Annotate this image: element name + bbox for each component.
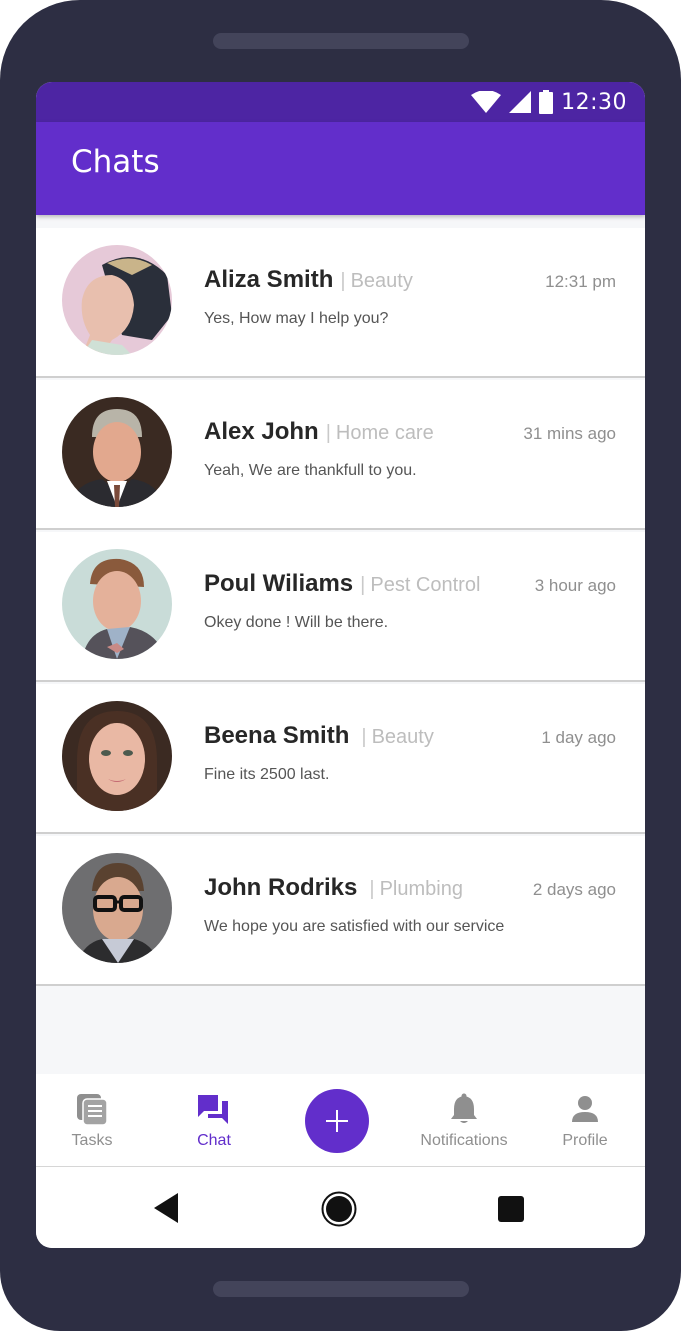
nav-label: Profile bbox=[562, 1132, 608, 1149]
chat-name-row: Poul Wiliams | Pest Control bbox=[204, 570, 480, 598]
avatar bbox=[62, 853, 172, 963]
man-glasses-photo bbox=[62, 853, 172, 963]
chat-name-row: Alex John | Home care bbox=[204, 418, 434, 446]
contact-name: Poul Wiliams bbox=[204, 570, 354, 597]
nav-item-tasks[interactable]: Tasks bbox=[37, 1074, 147, 1166]
woman-portrait-photo bbox=[62, 701, 172, 811]
chat-list-item[interactable]: Alex John | Home care 31 mins ago Yeah, … bbox=[36, 380, 645, 530]
plus-icon bbox=[326, 1110, 348, 1132]
home-button[interactable] bbox=[321, 1191, 357, 1232]
nav-label: Chat bbox=[197, 1132, 231, 1149]
service-category: Beauty bbox=[350, 270, 413, 292]
separator: | bbox=[369, 878, 375, 900]
separator: | bbox=[361, 726, 367, 748]
message-time: 31 mins ago bbox=[523, 424, 616, 443]
avatar bbox=[62, 549, 172, 659]
bottom-speaker bbox=[213, 1281, 469, 1297]
chat-icon bbox=[198, 1095, 228, 1124]
avatar bbox=[62, 397, 172, 507]
message-time: 12:31 pm bbox=[545, 272, 616, 291]
chat-name-row: John Rodriks | Plumbing bbox=[204, 874, 463, 902]
chat-name-row: Beena Smith | Beauty bbox=[204, 722, 434, 750]
chat-name-row: Aliza Smith | Beauty bbox=[204, 266, 413, 294]
woman-profile-photo bbox=[62, 245, 172, 355]
man-bowtie-photo bbox=[62, 549, 172, 659]
phone-frame: 12:30 Chats Aliza Smith | Beauty 12:31 p… bbox=[0, 0, 681, 1331]
person-icon bbox=[572, 1096, 598, 1122]
chat-list-item[interactable]: Poul Wiliams | Pest Control 3 hour ago O… bbox=[36, 532, 645, 682]
contact-name: Beena Smith bbox=[204, 722, 350, 749]
app-bar: Chats bbox=[36, 122, 645, 215]
system-navigation-bar bbox=[36, 1167, 645, 1248]
screen: 12:30 Chats Aliza Smith | Beauty 12:31 p… bbox=[36, 82, 645, 1248]
add-button[interactable] bbox=[305, 1089, 369, 1153]
separator: | bbox=[360, 574, 366, 596]
separator: | bbox=[325, 422, 331, 444]
contact-name: Aliza Smith bbox=[204, 266, 334, 293]
recents-icon bbox=[498, 1196, 524, 1222]
contact-name: John Rodriks bbox=[204, 874, 358, 901]
service-category: Pest Control bbox=[370, 574, 481, 596]
service-category: Home care bbox=[335, 422, 434, 444]
status-icons: 12:30 bbox=[471, 88, 627, 116]
message-time: 2 days ago bbox=[532, 880, 616, 899]
battery-icon bbox=[539, 90, 554, 114]
separator: | bbox=[340, 270, 346, 292]
nav-label: Notifications bbox=[420, 1132, 508, 1149]
last-message: Yes, How may I help you? bbox=[204, 310, 389, 327]
status-time: 12:30 bbox=[561, 89, 627, 115]
chat-list-item[interactable]: John Rodriks | Plumbing 2 days ago We ho… bbox=[36, 836, 645, 986]
home-icon bbox=[321, 1191, 357, 1227]
top-speaker bbox=[213, 33, 469, 49]
recents-button[interactable] bbox=[498, 1196, 524, 1227]
back-icon bbox=[154, 1193, 178, 1223]
nav-item-profile[interactable]: Profile bbox=[530, 1074, 640, 1166]
last-message: Fine its 2500 last. bbox=[204, 766, 330, 783]
wifi-icon bbox=[471, 91, 502, 113]
last-message: Yeah, We are thankfull to you. bbox=[204, 462, 417, 479]
cellular-signal-icon bbox=[509, 91, 532, 113]
service-category: Beauty bbox=[371, 726, 434, 748]
avatar bbox=[62, 245, 172, 355]
service-category: Plumbing bbox=[379, 878, 463, 900]
back-button[interactable] bbox=[154, 1193, 178, 1228]
chat-list: Aliza Smith | Beauty 12:31 pm Yes, How m… bbox=[36, 228, 645, 988]
avatar bbox=[62, 701, 172, 811]
chat-list-item[interactable]: Aliza Smith | Beauty 12:31 pm Yes, How m… bbox=[36, 228, 645, 378]
bottom-navigation: Tasks Chat Notifications Profile bbox=[36, 1074, 645, 1167]
message-time: 3 hour ago bbox=[534, 576, 616, 595]
last-message: Okey done ! Will be there. bbox=[204, 614, 389, 631]
last-message: We hope you are satisfied with our servi… bbox=[204, 918, 505, 935]
nav-item-notifications[interactable]: Notifications bbox=[406, 1074, 522, 1166]
chat-list-item[interactable]: Beena Smith | Beauty 1 day ago Fine its … bbox=[36, 684, 645, 834]
nav-label: Tasks bbox=[71, 1132, 113, 1149]
man-suit-photo bbox=[62, 397, 172, 507]
bell-icon bbox=[451, 1093, 477, 1123]
message-time: 1 day ago bbox=[541, 728, 616, 747]
page-title: Chats bbox=[71, 144, 160, 180]
contact-name: Alex John bbox=[204, 418, 319, 445]
status-bar: 12:30 bbox=[36, 82, 645, 122]
tasks-icon bbox=[77, 1094, 108, 1126]
nav-item-chat[interactable]: Chat bbox=[159, 1074, 269, 1166]
